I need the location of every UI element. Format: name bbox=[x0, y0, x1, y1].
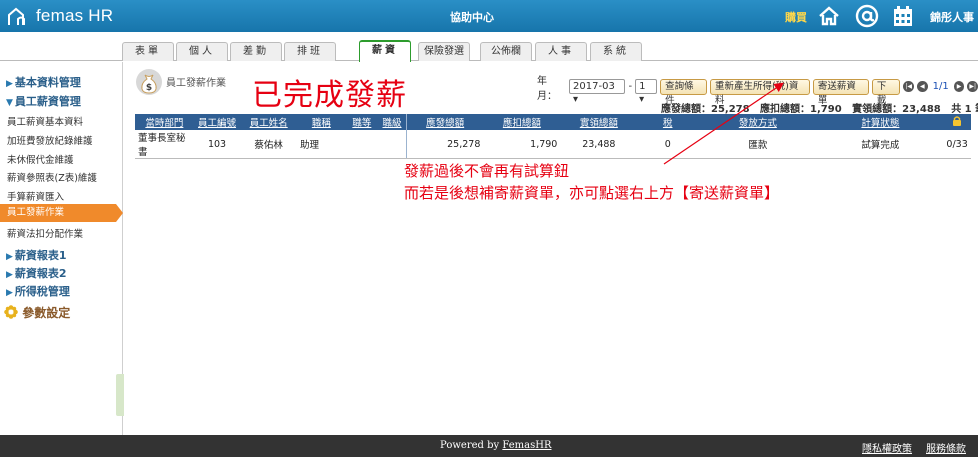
tab-7[interactable]: 人事 bbox=[535, 42, 587, 61]
annotation-line-1: 發薪過後不會再有試算鈕 bbox=[404, 162, 570, 180]
cell-status: 試算完成 bbox=[817, 130, 944, 159]
query-button[interactable]: 查詢條件 bbox=[660, 78, 707, 106]
sidebar-group-report1[interactable]: ▶ 薪資報表1 bbox=[6, 247, 67, 263]
table-header-row: 當時部門 員工編號 員工姓名 職稱 職等 職級 應發總額 應扣總額 實領總額 稅… bbox=[135, 114, 971, 130]
tab-5[interactable]: 保險發選 bbox=[418, 42, 470, 61]
first-page-icon[interactable]: |◀ bbox=[903, 81, 914, 92]
col-lock bbox=[943, 114, 971, 130]
totals-summary: 應發總額：25,278 應扣總額：1,790 實領總額：23,488 共 1 筆 bbox=[661, 100, 978, 115]
svg-text:$: $ bbox=[146, 83, 152, 93]
last-page-icon[interactable]: ▶| bbox=[967, 81, 978, 92]
buy-link[interactable]: 購買 bbox=[785, 9, 807, 25]
logo-house-icon bbox=[8, 7, 25, 25]
col-emp-no[interactable]: 員工編號 bbox=[193, 114, 241, 130]
triangle-right-icon: ▶ bbox=[6, 270, 13, 280]
privacy-policy-link[interactable]: 隱私權政策 bbox=[862, 440, 912, 455]
main-content: $ 員工發薪作業 已完成發薪 年月： 2017-03 ▾ - 1 ▾ 查詢條件 … bbox=[124, 62, 978, 435]
col-name[interactable]: 員工姓名 bbox=[240, 114, 298, 130]
triangle-right-icon: ▶ bbox=[6, 288, 13, 298]
page-title: 員工發薪作業 bbox=[166, 78, 226, 89]
completed-annotation: 已完成發薪 bbox=[252, 78, 407, 113]
cell-grade bbox=[345, 130, 379, 159]
cell-actual: 23,488 bbox=[560, 130, 638, 159]
cell-dept: 董事長室秘書 bbox=[135, 130, 194, 159]
sidebar-item-overtime-records[interactable]: 加班費發放紀錄維護 bbox=[7, 133, 93, 147]
cell-method: 匯款 bbox=[698, 130, 818, 159]
tab-0[interactable]: 表單 bbox=[122, 42, 174, 61]
prev-page-icon[interactable]: ◀ bbox=[916, 81, 928, 92]
col-actual[interactable]: 實領總額 bbox=[560, 114, 638, 130]
sidebar-item-manual-import[interactable]: 手算薪資匯入 bbox=[7, 189, 64, 203]
sidebar-item-unused-leave[interactable]: 未休假代金維護 bbox=[7, 152, 74, 166]
tab-8[interactable]: 系統 bbox=[590, 42, 642, 61]
at-sign-icon[interactable] bbox=[855, 4, 879, 28]
sidebar-item-garnishment[interactable]: 薪資法扣分配作業 bbox=[7, 226, 83, 240]
powered-by: Powered by FemasHR bbox=[440, 440, 552, 451]
download-button[interactable]: 下載 bbox=[871, 78, 901, 106]
footer: Powered by FemasHR 隱私權政策 服務條款 bbox=[0, 435, 978, 457]
logo-text: femas HR bbox=[36, 6, 114, 25]
col-status[interactable]: 計算狀態 bbox=[817, 114, 944, 130]
toolbar: 年月： 2017-03 ▾ - 1 ▾ 查詢條件 重新產生所得(稅)資料 寄送薪… bbox=[537, 76, 978, 106]
cell-name: 蔡佑林 bbox=[240, 130, 298, 159]
triangle-down-icon: ▼ bbox=[6, 98, 13, 108]
select-separator: - bbox=[628, 81, 633, 92]
col-grade[interactable]: 職等 bbox=[345, 114, 379, 130]
femas-logo[interactable]: femas HR bbox=[6, 4, 113, 28]
sidebar-item-z-table[interactable]: 薪資參照表(Z表)維護 bbox=[7, 170, 97, 184]
help-center-link[interactable]: 協助中心 bbox=[450, 9, 494, 25]
company-name[interactable]: 錦彤人事 bbox=[930, 9, 974, 25]
payroll-table: 當時部門 員工編號 員工姓名 職稱 職等 職級 應發總額 應扣總額 實領總額 稅… bbox=[135, 114, 971, 159]
col-deduct[interactable]: 應扣總額 bbox=[483, 114, 561, 130]
tab-6[interactable]: 公佈欄 bbox=[480, 42, 532, 61]
cell-tax: 0 bbox=[637, 130, 699, 159]
money-bag-icon: $ bbox=[136, 69, 162, 95]
table-row[interactable]: 董事長室秘書 103 蔡佑林 助理 25,278 1,790 23,488 0 … bbox=[135, 130, 971, 159]
next-page-icon[interactable]: ▶ bbox=[953, 81, 965, 92]
cell-lock: 0/33 bbox=[943, 130, 971, 159]
sidebar-group-report2[interactable]: ▶ 薪資報表2 bbox=[6, 265, 67, 281]
gear-flower-icon bbox=[4, 305, 18, 319]
cell-title: 助理 bbox=[297, 130, 346, 159]
sidebar: ▶ 基本資料管理 ▼ 員工薪資管理 員工薪資基本資料 加班費發放紀錄維護 未休假代金… bbox=[0, 62, 124, 435]
sidebar-group-employee-payroll[interactable]: ▼ 員工薪資管理 bbox=[6, 93, 81, 109]
page-indicator: 1/1 bbox=[932, 81, 949, 92]
col-method[interactable]: 發放方式 bbox=[698, 114, 818, 130]
sidebar-item-salary-basic[interactable]: 員工薪資基本資料 bbox=[7, 114, 83, 128]
cell-deduct: 1,790 bbox=[483, 130, 561, 159]
sidebar-group-income-tax[interactable]: ▶ 所得稅管理 bbox=[6, 283, 70, 299]
year-month-label: 年月： bbox=[537, 75, 557, 102]
col-tax[interactable]: 稅 bbox=[637, 114, 699, 130]
top-header-bar: femas HR 協助中心 購買 錦彤人事 bbox=[0, 0, 978, 32]
sidebar-item-payroll-issue[interactable]: 員工發薪作業 bbox=[0, 204, 123, 222]
period-select[interactable]: 1 ▾ bbox=[635, 79, 658, 105]
calendar-icon[interactable] bbox=[891, 4, 915, 28]
annotation-line-2: 而若是後想補寄薪資單，亦可點選右上方【寄送薪資單】 bbox=[404, 184, 780, 202]
triangle-right-icon: ▶ bbox=[6, 79, 13, 89]
sidebar-group-basic-data[interactable]: ▶ 基本資料管理 bbox=[6, 74, 81, 90]
terms-of-service-link[interactable]: 服務條款 bbox=[926, 440, 966, 455]
send-payslip-button[interactable]: 寄送薪資單 bbox=[812, 78, 869, 106]
col-level[interactable]: 職級 bbox=[378, 114, 407, 130]
main-tab-bar: 表單 個人 差勤 排班 薪資 保險發選 公佈欄 人事 系統 bbox=[0, 32, 978, 62]
col-payable[interactable]: 應發總額 bbox=[405, 114, 484, 130]
regenerate-tax-button[interactable]: 重新產生所得(稅)資料 bbox=[709, 78, 810, 106]
cell-level bbox=[378, 130, 407, 159]
year-month-select[interactable]: 2017-03 ▾ bbox=[569, 79, 626, 105]
triangle-right-icon: ▶ bbox=[6, 252, 13, 262]
annotation-note: 發薪過後不會再有試算鈕 而若是後想補寄薪資單，亦可點選右上方【寄送薪資單】 bbox=[404, 160, 779, 204]
sidebar-collapse-handle[interactable] bbox=[116, 374, 124, 416]
cell-emp-no: 103 bbox=[193, 130, 241, 159]
col-title[interactable]: 職稱 bbox=[297, 114, 346, 130]
femashr-link[interactable]: FemasHR bbox=[502, 440, 551, 451]
sidebar-group-parameters[interactable]: 參數設定 bbox=[4, 304, 70, 321]
lock-icon[interactable] bbox=[951, 115, 963, 127]
tab-1[interactable]: 個人 bbox=[176, 42, 228, 61]
home-icon[interactable] bbox=[817, 4, 841, 28]
tab-4[interactable]: 薪資 bbox=[359, 40, 411, 62]
tab-2[interactable]: 差勤 bbox=[230, 42, 282, 61]
cell-payable: 25,278 bbox=[405, 130, 484, 159]
col-dept[interactable]: 當時部門 bbox=[135, 114, 194, 130]
tab-3[interactable]: 排班 bbox=[284, 42, 336, 61]
